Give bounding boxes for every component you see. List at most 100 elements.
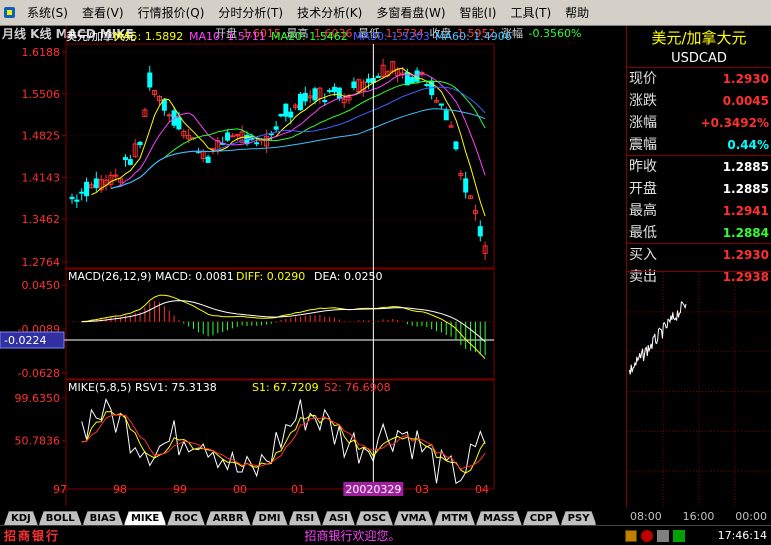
mike-axis-label: 50.7836: [15, 435, 61, 448]
quote-label: 昨收: [629, 159, 657, 175]
menu-tools[interactable]: 工具(T): [503, 3, 558, 23]
time-label-1: 16:00: [682, 510, 715, 523]
candle-body: [74, 199, 80, 202]
price-axis-label: 1.4143: [22, 171, 61, 184]
macd-legend-1: DIFF: 0.0290: [236, 270, 305, 283]
candle-body: [409, 77, 415, 84]
menu-quotes[interactable]: 行情报价(Q): [131, 3, 212, 23]
menu-help[interactable]: 帮助: [558, 3, 596, 23]
network-icon[interactable]: [625, 529, 637, 542]
tab-mass[interactable]: MASS: [476, 511, 522, 525]
candle-body: [312, 88, 318, 101]
quote-value: 1.2885: [722, 182, 769, 196]
mike-legend-2: S2: 76.6908: [324, 381, 391, 394]
candle-body: [205, 156, 211, 163]
time-label-2: 00:00: [735, 510, 767, 523]
quote-panel: 美元/加拿大元 USDCAD 现价 1.2930 涨跌 0.0045 涨幅 +0.3492…: [626, 26, 771, 508]
candle-body: [273, 126, 279, 130]
quote-value: 1.2930: [722, 72, 769, 86]
tab-arbr[interactable]: ARBR: [206, 511, 251, 525]
quote-value: 1.2941: [722, 204, 769, 218]
kline-svg[interactable]: 1.61881.55061.48251.41431.34621.2764美元/加…: [0, 26, 626, 508]
menu-smart[interactable]: 智能(I): [453, 3, 504, 23]
candle-body: [322, 100, 328, 103]
quote-value: 1.2930: [722, 248, 769, 262]
sound-icon[interactable]: [657, 529, 669, 542]
s1-line: [81, 411, 486, 474]
candle-body: [137, 141, 143, 145]
tab-roc[interactable]: ROC: [167, 511, 205, 525]
tab-kdj[interactable]: KDJ: [4, 511, 38, 525]
mike-axis-label: 99.6350: [15, 392, 61, 405]
quote-row: 震幅 0.44%: [627, 134, 771, 156]
ma60-line: [110, 108, 486, 189]
status-time: 17:46:14: [717, 529, 767, 542]
candle-body: [419, 71, 425, 74]
ma-legend-4: MA30: 1.5203: [353, 30, 430, 43]
x-axis-label: 04: [475, 483, 489, 496]
intraday-tick-chart[interactable]: [627, 271, 771, 508]
quote-label: 最高: [629, 203, 657, 219]
tab-bias[interactable]: BIAS: [83, 511, 123, 525]
x-axis-label: 01: [291, 483, 305, 496]
menu-multiwindow[interactable]: 多窗看盘(W): [369, 3, 452, 23]
candle-body: [302, 92, 308, 102]
tab-mtm[interactable]: MTM: [434, 511, 475, 525]
quote-label: 现价: [629, 71, 657, 87]
tick-price-line: [628, 301, 687, 375]
candle-body: [424, 84, 430, 87]
tab-mike[interactable]: MIKE: [124, 511, 166, 525]
x-axis-label: 99: [173, 483, 187, 496]
candle-body: [79, 191, 85, 194]
menu-system[interactable]: 系统(S): [20, 3, 75, 23]
price-axis-label: 1.2764: [22, 256, 61, 269]
tab-dmi[interactable]: DMI: [252, 511, 288, 525]
price-axis-label: 1.6188: [22, 46, 61, 59]
macd-axis-label: 0.0450: [22, 279, 61, 292]
status-logo: 招商银行: [4, 529, 61, 543]
candle-body: [453, 141, 459, 150]
s2-line: [81, 414, 486, 470]
quote-label: 买入: [629, 247, 657, 263]
tab-osc[interactable]: OSC: [356, 511, 393, 525]
tab-cdp[interactable]: CDP: [523, 511, 560, 525]
macd-cursor-value: -0.0224: [4, 334, 46, 347]
mike-legend-0: MIKE(5,8,5) RSV1: 75.3138: [68, 381, 217, 394]
price-axis-label: 1.4825: [22, 130, 61, 143]
candle-body: [365, 78, 371, 83]
quote-row: 涨幅 +0.3492%: [627, 112, 771, 134]
quote-row: 现价 1.2930: [627, 68, 771, 90]
dea-line: [81, 300, 486, 342]
candle-body: [327, 90, 333, 93]
quote-value: 1.2885: [722, 160, 769, 174]
quote-row: 开盘 1.2885: [627, 178, 771, 200]
cursor-date: 20020329: [345, 483, 401, 496]
time-label-0: 08:00: [630, 510, 662, 523]
candle-body: [147, 72, 153, 88]
quote-value: 0.44%: [727, 138, 769, 152]
tab-psy[interactable]: PSY: [561, 511, 597, 525]
tab-vma[interactable]: VMA: [394, 511, 433, 525]
candle-body: [166, 114, 172, 117]
menu-intraday[interactable]: 分时分析(T): [211, 3, 290, 23]
candle-body: [254, 142, 260, 145]
candle-body: [176, 117, 182, 130]
mike-panel-frame: [65, 379, 495, 490]
connect-icon[interactable]: [673, 529, 685, 542]
tab-asi[interactable]: ASI: [322, 511, 355, 525]
candle-body: [225, 132, 231, 141]
alert-icon[interactable]: [641, 529, 653, 542]
tab-rsi[interactable]: RSI: [289, 511, 322, 525]
candle-body: [443, 110, 449, 121]
quote-value: 0.0045: [722, 94, 769, 108]
status-icons: [625, 529, 715, 542]
candle-body: [438, 103, 444, 106]
menu-technical[interactable]: 技术分析(K): [290, 3, 369, 23]
menu-view[interactable]: 查看(V): [75, 3, 131, 23]
tab-boll[interactable]: BOLL: [39, 511, 82, 525]
app-icon[interactable]: [2, 5, 18, 21]
candle-body: [283, 103, 289, 117]
quote-label: 震幅: [629, 137, 657, 153]
quote-row: 买入 1.2930: [627, 244, 771, 266]
status-message: 招商银行欢迎您。: [304, 529, 401, 543]
